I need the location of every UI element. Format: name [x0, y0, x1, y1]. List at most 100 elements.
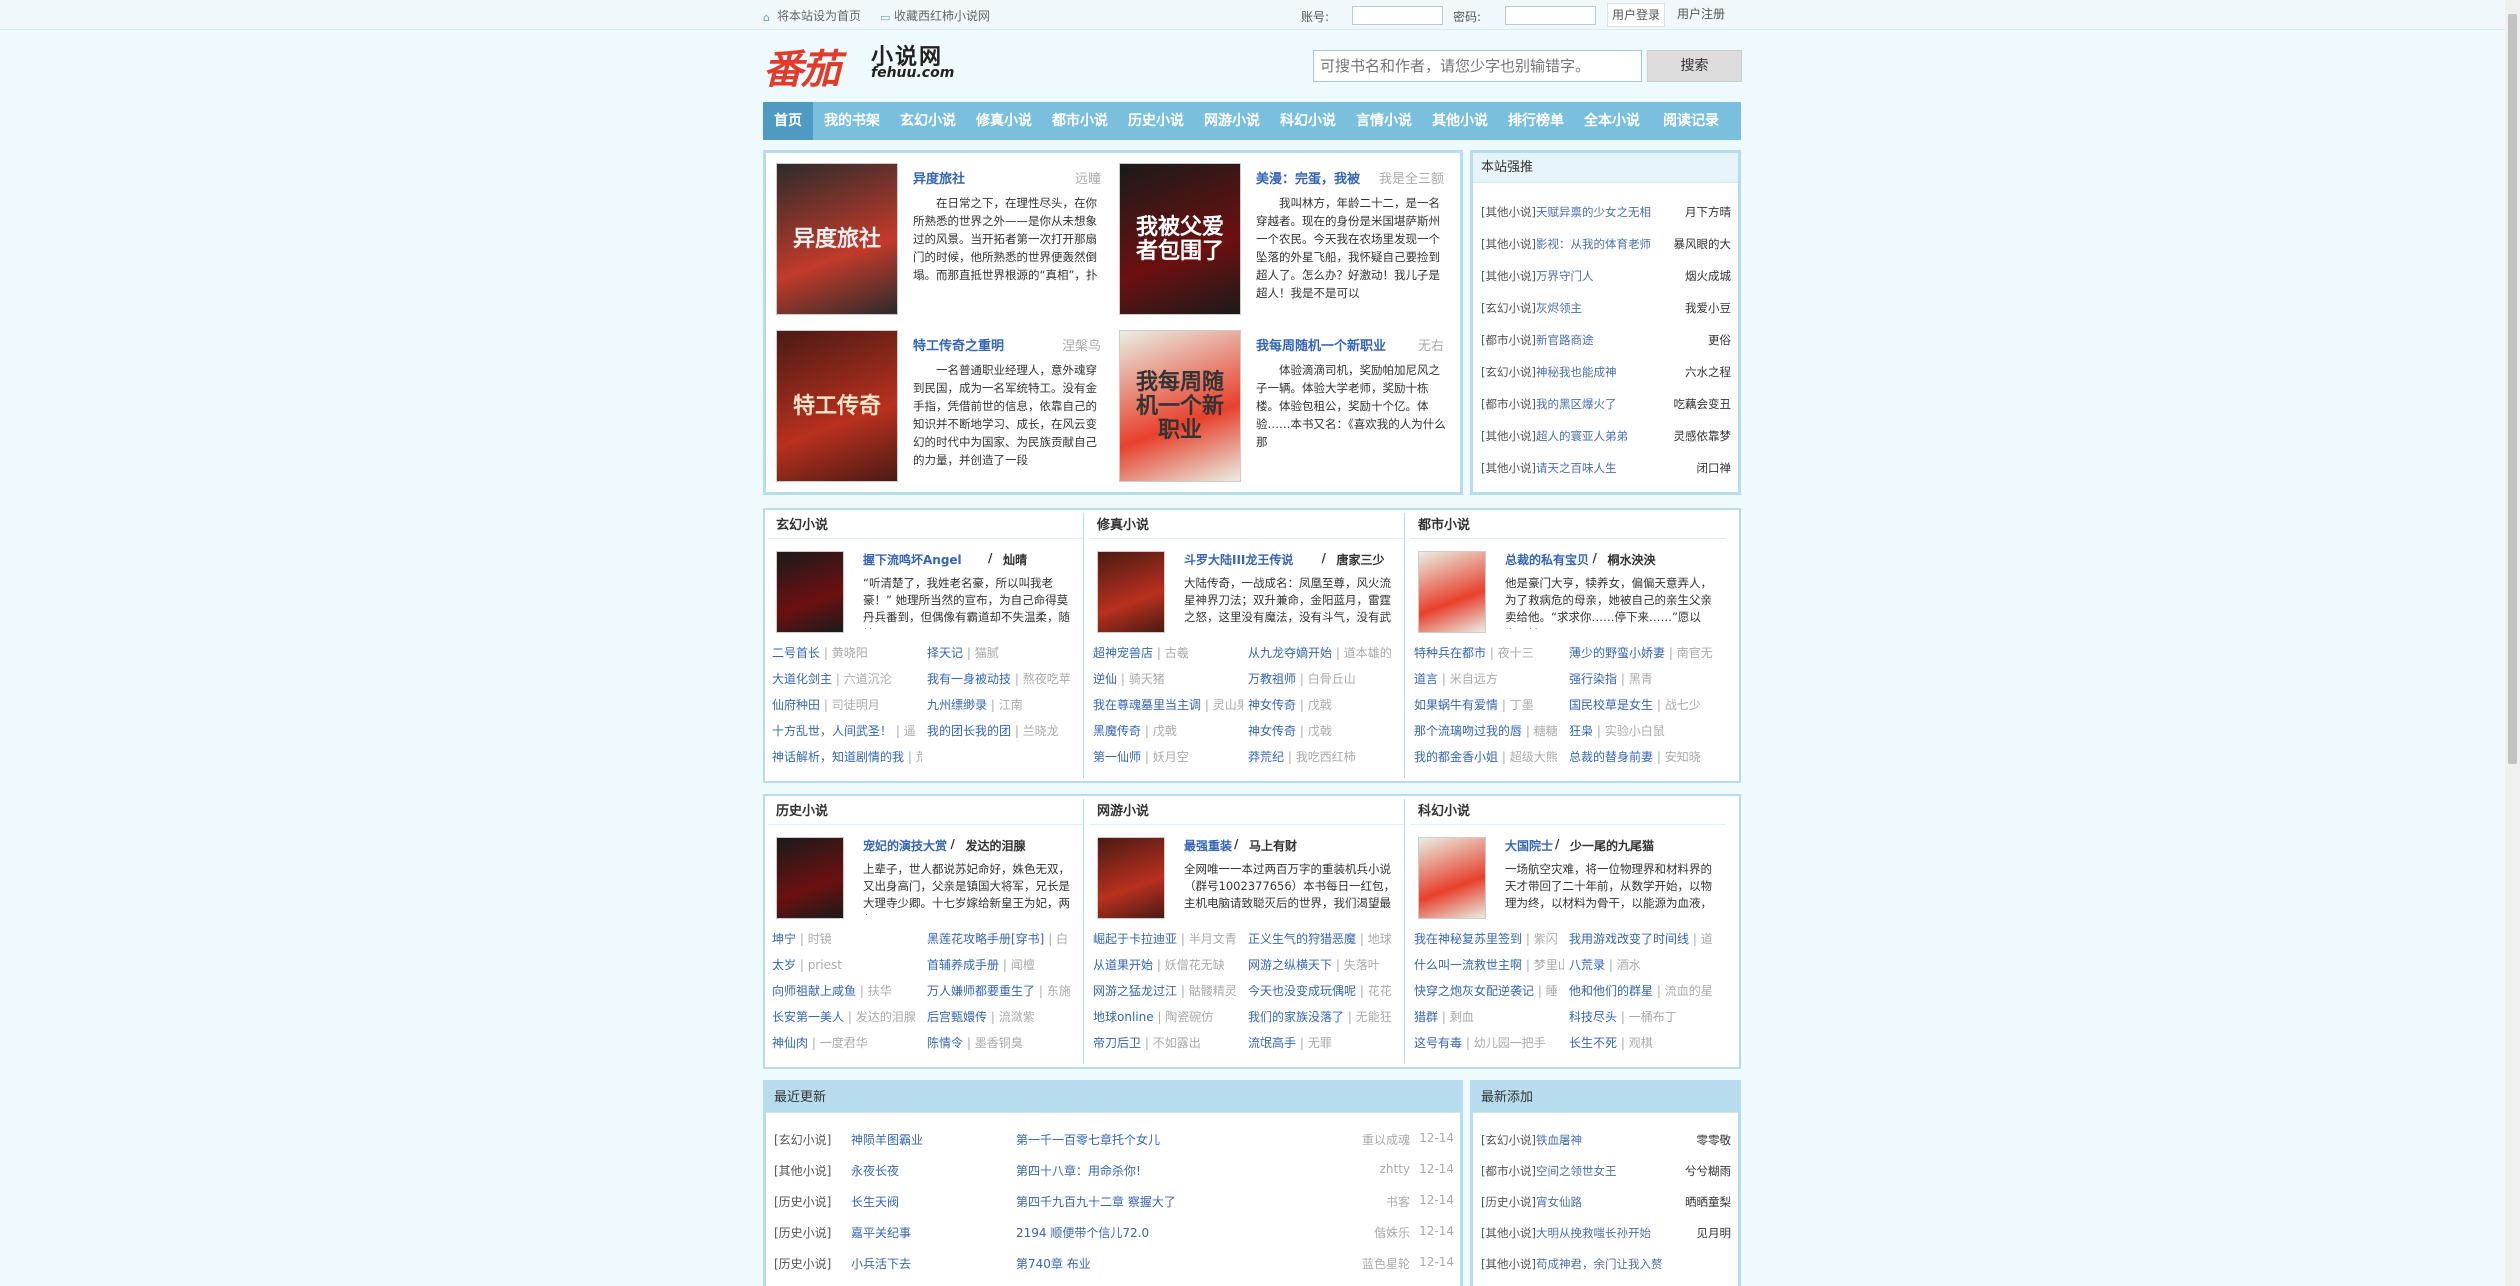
- category-title[interactable]: 都市小说: [1410, 513, 1726, 539]
- category-list-title[interactable]: 我的都金香小姐: [1414, 750, 1498, 764]
- category-list-title[interactable]: 太岁: [772, 958, 796, 972]
- category-list-item[interactable]: 九州缥缈录 | 江南: [927, 696, 1085, 713]
- newest-item[interactable]: [历史小说]宵女仙路 晒晒童梨: [1481, 1194, 1731, 1210]
- category-list-title[interactable]: 万教祖师: [1248, 672, 1296, 686]
- nav-item-0[interactable]: 首页: [763, 102, 813, 140]
- category-list-item[interactable]: 向师祖献上咸鱼 | 扶华: [772, 982, 922, 999]
- category-list-title[interactable]: 特种兵在都市: [1414, 646, 1486, 660]
- recent-row[interactable]: [其他小说] 永夜长夜 第四十八章：用命杀你! zhtty 12-14: [774, 1162, 1454, 1180]
- nav-item-10[interactable]: 排行榜单: [1499, 102, 1573, 140]
- category-cover[interactable]: [1418, 837, 1486, 919]
- category-list-title[interactable]: 道言: [1414, 672, 1438, 686]
- category-list-title[interactable]: 长安第一美人: [772, 1010, 844, 1024]
- category-list-title[interactable]: 崛起于卡拉迪亚: [1093, 932, 1177, 946]
- category-list-item[interactable]: 网游之猛龙过江 | 骷髅精灵: [1093, 982, 1243, 999]
- recent-title[interactable]: 嘉平关纪事: [851, 1224, 911, 1241]
- nav-item-12[interactable]: 阅读记录: [1651, 102, 1731, 140]
- category-list-title[interactable]: 总裁的替身前妻: [1569, 750, 1653, 764]
- category-list-title[interactable]: 神仙肉: [772, 1036, 808, 1050]
- category-list-title[interactable]: 首辅养成手册: [927, 958, 999, 972]
- bookmark-link[interactable]: ▭ 收藏西红柿小说网: [880, 7, 990, 24]
- newest-item[interactable]: [玄幻小说]铁血屠神 零零敬: [1481, 1132, 1731, 1148]
- category-list-item[interactable]: 那个流璃吻过我的唇 | 糖糖: [1414, 722, 1564, 739]
- category-list-title[interactable]: 莽荒纪: [1248, 750, 1284, 764]
- category-list-title[interactable]: 这号有毒: [1414, 1036, 1462, 1050]
- search-input[interactable]: [1313, 50, 1642, 82]
- category-list-title[interactable]: 陈情令: [927, 1036, 963, 1050]
- nav-item-6[interactable]: 网游小说: [1195, 102, 1269, 140]
- category-list-item[interactable]: 崛起于卡拉迪亚 | 半月文青: [1093, 930, 1243, 947]
- category-list-item[interactable]: 今天也没变成玩偶呢 | 花花: [1248, 982, 1406, 999]
- category-top-title[interactable]: 握下流鸣坏Angel: [863, 551, 962, 568]
- category-list-title[interactable]: 帝刀后卫: [1093, 1036, 1141, 1050]
- category-list-item[interactable]: 狂枭 | 实验小白鼠: [1569, 722, 1727, 739]
- strong-item-title[interactable]: 灰烬领主: [1536, 301, 1582, 315]
- scrollbar-thumb[interactable]: [2508, 14, 2517, 764]
- category-list-title[interactable]: 流氓高手: [1248, 1036, 1296, 1050]
- category-list-item[interactable]: 黑魔传奇 | 戊戟: [1093, 722, 1243, 739]
- category-list-item[interactable]: 我在尊魂墓里当主调 | 灵山果粒: [1093, 696, 1243, 713]
- recent-row[interactable]: [玄幻小说] 神陨羊图霸业 第一千一百零七章托个女儿 重以成魂 12-14: [774, 1131, 1454, 1149]
- strong-item[interactable]: [都市小说]我的黑区爆火了 吃藕会变丑: [1481, 396, 1731, 412]
- category-list-title[interactable]: 第一仙师: [1093, 750, 1141, 764]
- category-list-item[interactable]: 逆仙 | 骑天猪: [1093, 670, 1243, 687]
- nav-item-7[interactable]: 科幻小说: [1271, 102, 1345, 140]
- recent-chapter[interactable]: 第740章 布业: [1016, 1255, 1091, 1272]
- category-list-item[interactable]: 仙府种田 | 司徒明月: [772, 696, 922, 713]
- recent-chapter[interactable]: 2194 顺便带个信儿72.0: [1016, 1224, 1149, 1241]
- category-list-title[interactable]: 十方乱世，人间武圣！: [772, 724, 892, 738]
- category-list-title[interactable]: 薄少的野蛮小娇妻: [1569, 646, 1665, 660]
- category-list-title[interactable]: 我有一身被动技: [927, 672, 1011, 686]
- category-list-item[interactable]: 首辅养成手册 | 闻檀: [927, 956, 1085, 973]
- category-list-item[interactable]: 八荒录 | 酒水: [1569, 956, 1727, 973]
- category-list-item[interactable]: 这号有毒 | 幼儿园一把手: [1414, 1034, 1564, 1051]
- category-list-item[interactable]: 长安第一美人 | 发达的泪腺: [772, 1008, 922, 1025]
- category-title[interactable]: 科幻小说: [1410, 799, 1726, 825]
- strong-item[interactable]: [玄幻小说]灰烬领主 我爱小豆: [1481, 300, 1731, 316]
- category-list-item[interactable]: 他和他们的群星 | 流血的星: [1569, 982, 1727, 999]
- category-list-title[interactable]: 神女传奇: [1248, 724, 1296, 738]
- newest-title[interactable]: 宵女仙路: [1536, 1195, 1582, 1209]
- category-list-item[interactable]: 从道果开始 | 妖僧花无缺: [1093, 956, 1243, 973]
- category-list-title[interactable]: 后宫甄嬛传: [927, 1010, 987, 1024]
- category-list-title[interactable]: 猎群: [1414, 1010, 1438, 1024]
- category-top-title[interactable]: 宠妃的演技大赏: [863, 837, 947, 854]
- category-list-item[interactable]: 强行染指 | 黑青: [1569, 670, 1727, 687]
- category-top-title[interactable]: 斗罗大陆III龙王传说: [1184, 551, 1293, 568]
- category-list-title[interactable]: 地球online: [1093, 1010, 1154, 1024]
- category-list-title[interactable]: 神话解析，知道剧情的我: [772, 750, 904, 764]
- category-list-item[interactable]: 择天记 | 猫腻: [927, 644, 1085, 661]
- category-list-title[interactable]: 超神宠兽店: [1093, 646, 1153, 660]
- category-list-item[interactable]: 神话解析，知道剧情的我 | 荒古禁区传道百年，狠人: [772, 748, 922, 765]
- category-cover[interactable]: [1418, 551, 1486, 633]
- category-list-item[interactable]: 我在神秘复苏里签到 | 紫闪: [1414, 930, 1564, 947]
- category-title[interactable]: 历史小说: [768, 799, 1083, 825]
- category-list-title[interactable]: 网游之纵横天下: [1248, 958, 1332, 972]
- category-list-title[interactable]: 什么叫一流救世主啊: [1414, 958, 1522, 972]
- category-list-item[interactable]: 网游之纵横天下 | 失落叶: [1248, 956, 1406, 973]
- nav-item-5[interactable]: 历史小说: [1119, 102, 1193, 140]
- nav-item-4[interactable]: 都市小说: [1043, 102, 1117, 140]
- category-list-item[interactable]: 大道化剑主 | 六道沉沦: [772, 670, 922, 687]
- recent-title[interactable]: 小兵活下去: [851, 1255, 911, 1272]
- category-list-item[interactable]: 莽荒纪 | 我吃西红柿: [1248, 748, 1406, 765]
- featured-cover-3[interactable]: 我每周随机一个新职业: [1119, 330, 1241, 482]
- category-list-title[interactable]: 今天也没变成玩偶呢: [1248, 984, 1356, 998]
- recent-row[interactable]: [历史小说] 长生天阀 第四千九百九十二章 察握大了 书客 12-14: [774, 1193, 1454, 1211]
- category-list-item[interactable]: 我用游戏改变了时间线 | 道: [1569, 930, 1727, 947]
- category-list-item[interactable]: 猎群 | 剩血: [1414, 1008, 1564, 1025]
- category-list-item[interactable]: 第一仙师 | 妖月空: [1093, 748, 1243, 765]
- account-input[interactable]: [1352, 6, 1443, 25]
- category-list-title[interactable]: 黑莲花攻略手册[穿书]: [927, 932, 1044, 946]
- strong-item[interactable]: [其他小说]影视：从我的体育老师 暴风眼的大: [1481, 236, 1731, 252]
- recent-chapter[interactable]: 第四十八章：用命杀你!: [1016, 1162, 1141, 1179]
- newest-title[interactable]: 铁血屠神: [1536, 1133, 1582, 1147]
- category-list-item[interactable]: 我有一身被动技 | 熬夜吃苹: [927, 670, 1085, 687]
- category-list-title[interactable]: 我们的家族没落了: [1248, 1010, 1344, 1024]
- category-list-item[interactable]: 快穿之炮灰女配逆袭记 | 睡: [1414, 982, 1564, 999]
- strong-item[interactable]: [其他小说]万界守门人 烟火成城: [1481, 268, 1731, 284]
- strong-item-title[interactable]: 天赋异禀的少女之无相: [1536, 205, 1651, 219]
- strong-item[interactable]: [其他小说]请天之百味人生 闭口禅: [1481, 460, 1731, 476]
- category-list-title[interactable]: 逆仙: [1093, 672, 1117, 686]
- category-list-title[interactable]: 国民校草是女生: [1569, 698, 1653, 712]
